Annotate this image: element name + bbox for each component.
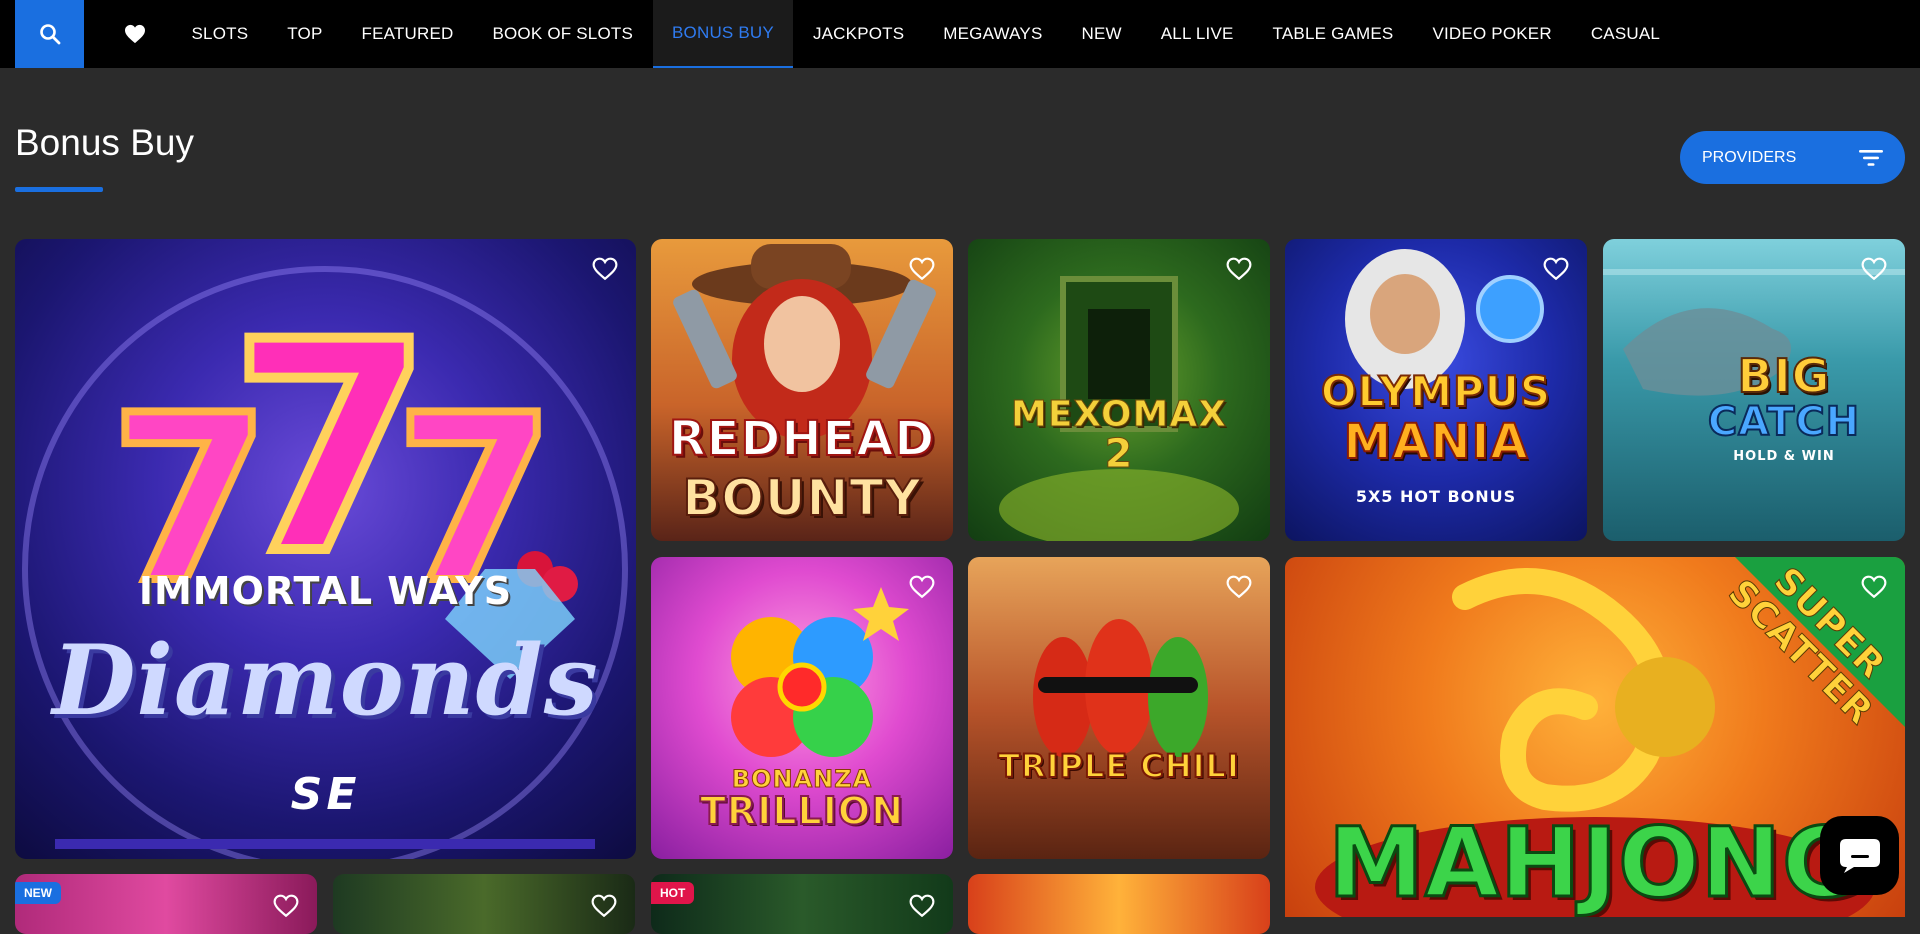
favorite-heart-icon[interactable]	[591, 894, 617, 918]
game-title: OLYMPUS	[1320, 366, 1552, 417]
game-tile-mahjong-super-scatter[interactable]: SUPER SCATTER MAHJONG	[1285, 557, 1905, 917]
hot-badge: HOT	[651, 882, 695, 904]
top-navigation: SLOTS TOP FEATURED BOOK OF SLOTS BONUS B…	[0, 0, 1920, 68]
game-tagline: HOLD & WIN	[1733, 449, 1835, 464]
title-underline	[15, 187, 103, 192]
game-artwork	[968, 557, 1270, 859]
tab-featured[interactable]: FEATURED	[342, 0, 473, 68]
game-tile-bonanza-trillion[interactable]: BONANZA TRILLION	[651, 557, 953, 859]
game-subtitle: Diamonds	[52, 624, 599, 737]
game-tile-immortal-ways-diamonds[interactable]: 7 7 7 IMMORTAL WAYS Diamonds SE	[15, 239, 636, 859]
game-tile-mexomax-2[interactable]: MEXOMAX 2	[968, 239, 1270, 541]
game-subtitle: BOUNTY	[681, 468, 922, 528]
tab-top[interactable]: TOP	[268, 0, 342, 68]
tab-bonus-buy[interactable]: BONUS BUY	[652, 0, 794, 68]
favorite-heart-icon[interactable]	[1226, 575, 1252, 599]
favorite-heart-icon[interactable]	[909, 257, 935, 281]
filter-icon	[1859, 149, 1883, 166]
game-edition: SE	[290, 769, 361, 820]
game-title: IMMORTAL WAYS	[138, 569, 513, 613]
game-subtitle: 2	[1104, 431, 1134, 478]
new-badge: NEW	[15, 882, 61, 904]
chat-button[interactable]	[1820, 816, 1899, 895]
game-title: REDHEAD	[668, 410, 936, 468]
game-title: MEXOMAX	[1011, 394, 1227, 436]
game-tagline: 5X5 HOT BONUS	[1355, 487, 1517, 506]
chat-bubble-icon	[1839, 838, 1880, 873]
game-artwork	[968, 239, 1270, 541]
game-tile-triple-chili[interactable]: TRIPLE CHILI	[968, 557, 1270, 859]
search-icon	[39, 24, 60, 45]
page-title: Bonus Buy	[15, 122, 194, 163]
game-tile-big-catch[interactable]: BIG CATCH HOLD & WIN	[1603, 239, 1905, 541]
tab-megaways[interactable]: MEGAWAYS	[924, 0, 1062, 68]
game-artwork	[333, 874, 635, 934]
providers-filter-button[interactable]: PROVIDERS	[1680, 131, 1905, 184]
tab-jackpots[interactable]: JACKPOTS	[793, 0, 923, 68]
category-tabs: SLOTS TOP FEATURED BOOK OF SLOTS BONUS B…	[172, 0, 1680, 68]
tab-slots[interactable]: SLOTS	[172, 0, 268, 68]
game-subtitle: TRILLION	[699, 788, 904, 834]
game-artwork	[651, 874, 953, 934]
game-artwork: 7 7 7	[15, 239, 636, 859]
game-subtitle: MANIA	[1342, 413, 1529, 471]
providers-label: PROVIDERS	[1702, 148, 1797, 166]
game-title: MAHJONG	[1327, 806, 1863, 918]
game-artwork	[15, 874, 317, 934]
favorite-heart-icon[interactable]	[1543, 257, 1569, 281]
favorite-heart-icon[interactable]	[1226, 257, 1252, 281]
favorite-heart-icon[interactable]	[273, 894, 299, 918]
favorite-heart-icon[interactable]	[1861, 257, 1887, 281]
game-artwork	[968, 874, 1270, 934]
game-title: BIG	[1737, 348, 1831, 404]
favorites-button[interactable]	[115, 0, 155, 68]
tab-new[interactable]: NEW	[1062, 0, 1141, 68]
game-tile-redhead-bounty[interactable]: REDHEAD BOUNTY	[651, 239, 953, 541]
game-tile-olympus-mania[interactable]: OLYMPUS MANIA 5X5 HOT BONUS	[1285, 239, 1587, 541]
favorite-heart-icon[interactable]	[1861, 575, 1887, 599]
favorite-heart-icon[interactable]	[909, 894, 935, 918]
game-tile-bottom-2[interactable]	[333, 874, 635, 934]
favorite-heart-icon[interactable]	[592, 257, 618, 281]
tab-video-poker[interactable]: VIDEO POKER	[1413, 0, 1571, 68]
game-tile-hot-1[interactable]: HOT	[651, 874, 953, 934]
tab-casual[interactable]: CASUAL	[1571, 0, 1679, 68]
game-tile-new-1[interactable]: NEW	[15, 874, 317, 934]
game-tile-bottom-4[interactable]	[968, 874, 1270, 934]
game-subtitle: CATCH	[1707, 398, 1861, 446]
search-button[interactable]	[15, 0, 84, 68]
tab-book-of-slots[interactable]: BOOK OF SLOTS	[473, 0, 653, 68]
favorite-heart-icon[interactable]	[909, 575, 935, 599]
tab-all-live[interactable]: ALL LIVE	[1141, 0, 1253, 68]
tab-table-games[interactable]: TABLE GAMES	[1253, 0, 1413, 68]
heart-icon	[125, 24, 145, 44]
game-title: TRIPLE CHILI	[997, 746, 1240, 786]
